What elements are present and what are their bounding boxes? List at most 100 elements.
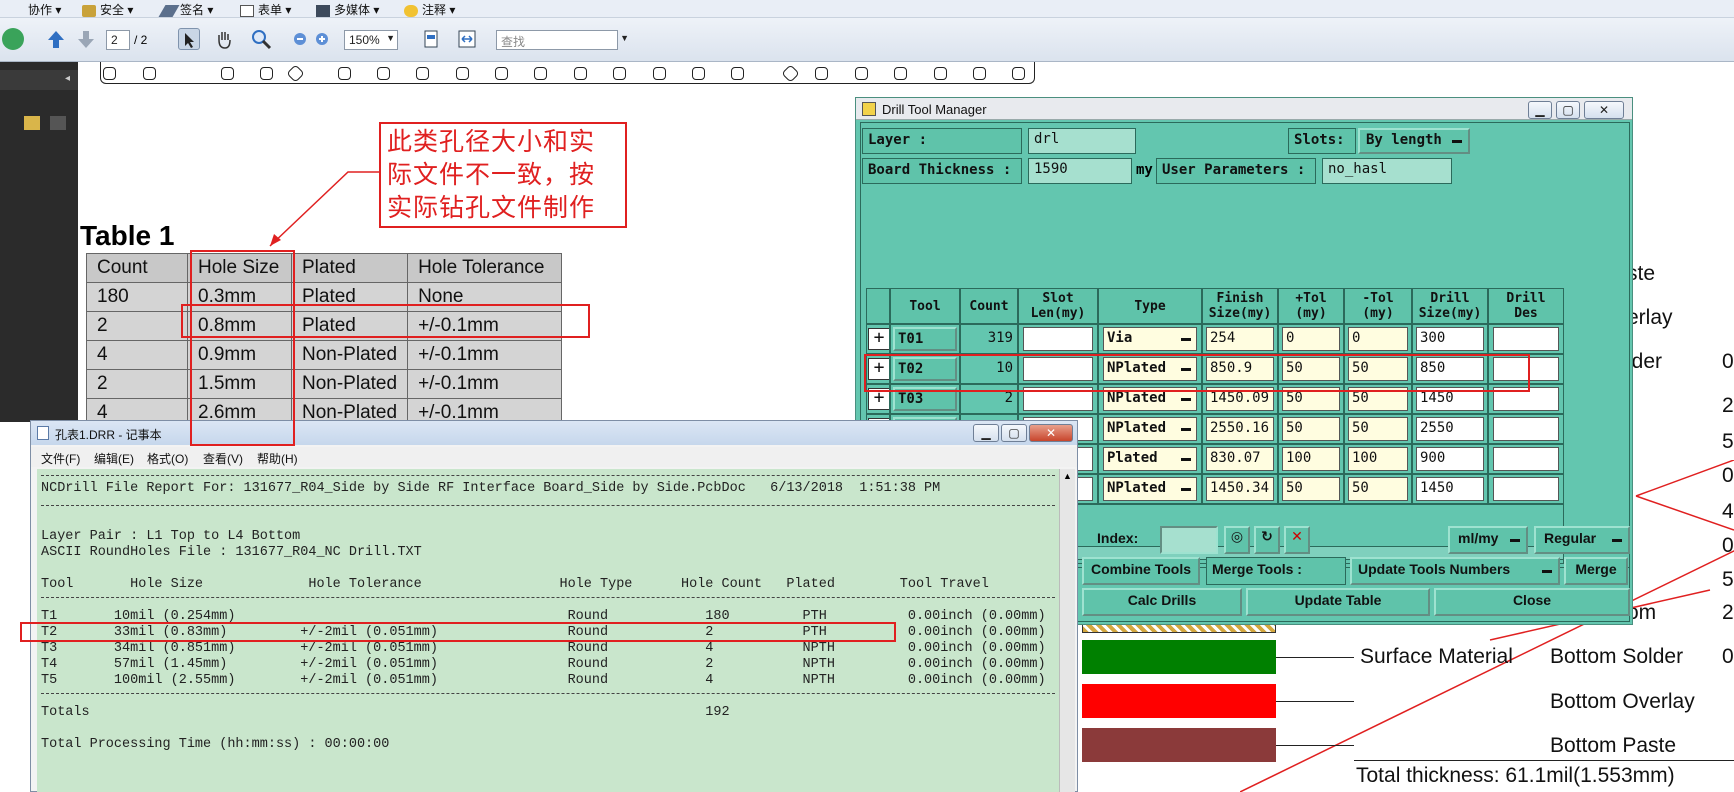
table-header: Count xyxy=(86,253,188,283)
calc-drills-button[interactable]: Calc Drills xyxy=(1082,588,1242,616)
vertical-scrollbar[interactable]: ▲ xyxy=(1059,469,1075,792)
close-window-button[interactable]: ✕ xyxy=(1029,424,1073,442)
minimize-button[interactable]: ▁ xyxy=(973,424,999,442)
search-index-button[interactable]: ◎ xyxy=(1224,526,1250,554)
expand-icon[interactable]: + xyxy=(868,328,889,350)
zoom-out-button[interactable] xyxy=(292,28,308,50)
maximize-button[interactable]: ▢ xyxy=(1556,101,1580,119)
share-icon[interactable] xyxy=(2,28,24,50)
drill-input[interactable]: 300 xyxy=(1416,327,1484,351)
mtol-input[interactable]: 50 xyxy=(1348,477,1408,501)
index-field[interactable] xyxy=(1160,526,1218,554)
ptol-input[interactable]: 50 xyxy=(1282,477,1340,501)
next-page-button[interactable] xyxy=(76,28,96,50)
overlay-bar xyxy=(1082,684,1276,718)
hand-tool-button[interactable] xyxy=(213,28,235,50)
pad xyxy=(416,67,429,80)
zoom-level-select[interactable]: 150% ▼ xyxy=(344,30,398,50)
scroll-up-icon[interactable]: ▲ xyxy=(1063,471,1072,481)
prev-page-button[interactable] xyxy=(46,28,66,50)
options-icon[interactable] xyxy=(50,116,66,130)
clear-index-button[interactable]: ✕ xyxy=(1284,526,1310,554)
mtol-input[interactable]: 50 xyxy=(1348,417,1408,441)
type-dropdown[interactable]: NPlated xyxy=(1103,477,1197,501)
table-cell: 2 xyxy=(86,369,188,399)
menu-format[interactable]: 格式(O) xyxy=(147,450,188,467)
collapse-icon[interactable]: ◂ xyxy=(65,73,70,84)
notepad-menubar: 文件(F) 编辑(E) 格式(O) 查看(V) 帮助(H) xyxy=(31,447,1077,467)
drill-input[interactable]: 2550 xyxy=(1416,417,1484,441)
page-number-input[interactable]: 2 xyxy=(106,30,130,50)
select-tool-button[interactable] xyxy=(178,28,200,50)
menu-comment[interactable]: 注释 ▾ xyxy=(404,1,455,18)
tool-button[interactable]: T01 xyxy=(893,327,957,351)
menu-collaborate[interactable]: 协作 ▾ xyxy=(28,1,61,18)
minimize-button[interactable]: ▁ xyxy=(1528,101,1552,119)
surface-material-label: Surface Material xyxy=(1360,645,1513,668)
zoom-in-button[interactable] xyxy=(314,28,330,50)
table-cell: 2 xyxy=(86,311,188,341)
mode-dropdown[interactable]: Regular xyxy=(1534,526,1630,554)
finish-input[interactable]: 1450.34 xyxy=(1206,477,1274,501)
find-input[interactable]: 查找 ▼ xyxy=(496,30,629,50)
layer-field[interactable]: drl xyxy=(1028,128,1136,154)
drill-input[interactable]: 900 xyxy=(1416,447,1484,471)
dropdown-icon xyxy=(1181,428,1191,431)
drill-des-input[interactable] xyxy=(1493,417,1559,441)
units-dropdown[interactable]: ml/my xyxy=(1448,526,1528,554)
menu-file[interactable]: 文件(F) xyxy=(41,450,80,467)
zoom-tool-button[interactable] xyxy=(250,28,272,50)
mtol-input[interactable]: 0 xyxy=(1348,327,1408,351)
menu-security[interactable]: 安全 ▾ xyxy=(82,1,133,18)
cell-drill: 900 xyxy=(1412,444,1488,474)
cell-ptol: 50 xyxy=(1278,474,1344,504)
menu-help[interactable]: 帮助(H) xyxy=(257,450,298,467)
column-header-line: Tool Hole Size Hole Tolerance Hole Type … xyxy=(41,577,989,592)
menu-forms[interactable]: 表单 ▾ xyxy=(240,1,291,18)
cell-count: 319 xyxy=(960,324,1018,354)
cell-type: Via xyxy=(1098,324,1202,354)
menu-sign[interactable]: 签名 ▾ xyxy=(158,1,213,18)
layer-pair-line: Layer Pair : L1 Top to L4 Bottom xyxy=(41,529,301,544)
slots-dropdown[interactable]: By length xyxy=(1358,128,1470,154)
type-dropdown[interactable]: Plated xyxy=(1103,447,1197,471)
slot-length-input[interactable] xyxy=(1023,327,1093,351)
finish-input[interactable]: 254 xyxy=(1206,327,1274,351)
merge-tools-dropdown[interactable]: Update Tools Numbers xyxy=(1350,557,1560,585)
drill-des-input[interactable] xyxy=(1493,477,1559,501)
finish-input[interactable]: 830.07 xyxy=(1206,447,1274,471)
menu-view[interactable]: 查看(V) xyxy=(203,450,243,467)
fit-width-button[interactable] xyxy=(456,28,478,50)
type-dropdown[interactable]: Via xyxy=(1103,327,1197,351)
pad xyxy=(495,67,508,80)
table-header: Hole Tolerance xyxy=(407,253,563,283)
drill-des-input[interactable] xyxy=(1493,447,1559,471)
drill-des-input[interactable] xyxy=(1493,327,1559,351)
fit-page-button[interactable] xyxy=(420,28,442,50)
finish-input[interactable]: 2550.16 xyxy=(1206,417,1274,441)
mtol-input[interactable]: 100 xyxy=(1348,447,1408,471)
pad xyxy=(1012,67,1025,80)
cell-des xyxy=(1488,324,1564,354)
type-dropdown[interactable]: NPlated xyxy=(1103,417,1197,441)
maximize-button[interactable]: ▢ xyxy=(1001,424,1027,442)
fit-width-icon xyxy=(458,30,476,48)
close-window-button[interactable]: ✕ xyxy=(1584,101,1624,119)
ptol-input[interactable]: 100 xyxy=(1282,447,1340,471)
board-thickness-field[interactable]: 1590 xyxy=(1028,158,1132,184)
ptol-input[interactable]: 50 xyxy=(1282,417,1340,441)
combine-tools-button[interactable]: Combine Tools xyxy=(1082,557,1200,585)
app-toolbar: 2 / 2 150% ▼ 查找 ▼ xyxy=(0,18,1734,62)
menu-multimedia[interactable]: 多媒体 ▾ xyxy=(316,1,379,18)
attachment-icon[interactable] xyxy=(24,116,40,130)
merge-button[interactable]: Merge xyxy=(1564,557,1628,585)
ptol-input[interactable]: 0 xyxy=(1282,327,1340,351)
update-table-button[interactable]: Update Table xyxy=(1246,588,1430,616)
refresh-index-button[interactable]: ↻ xyxy=(1254,526,1280,554)
header-type: Type xyxy=(1098,288,1202,324)
drill-input[interactable]: 1450 xyxy=(1416,477,1484,501)
close-button[interactable]: Close xyxy=(1434,588,1630,616)
menu-edit[interactable]: 编辑(E) xyxy=(94,450,134,467)
user-parameters-field[interactable]: no_hasl xyxy=(1322,158,1452,184)
pad xyxy=(456,67,469,80)
